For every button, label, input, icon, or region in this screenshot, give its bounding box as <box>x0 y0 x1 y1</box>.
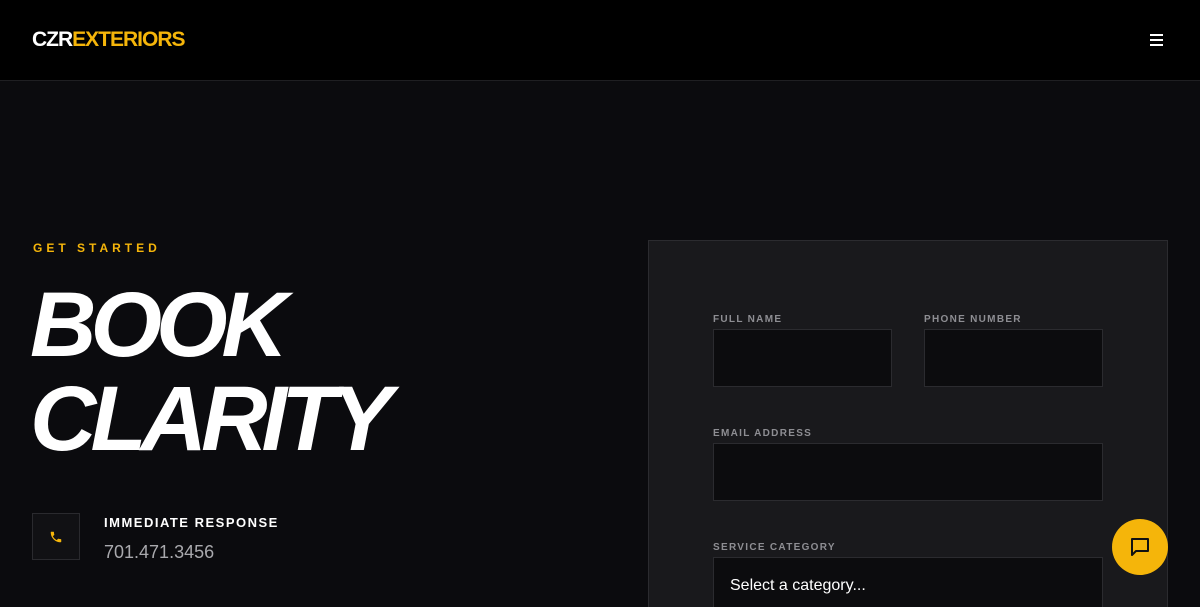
phone-icon-box[interactable] <box>32 513 80 560</box>
chat-bubble-icon <box>1131 538 1149 556</box>
logo-text-exteriors: EXTERIORS <box>72 28 185 51</box>
service-category-label: SERVICE CATEGORY <box>713 542 836 553</box>
phone-number-link[interactable]: 701.471.3456 <box>104 542 279 563</box>
service-category-select[interactable]: Select a category... <box>713 557 1103 607</box>
service-category-value: Select a category... <box>730 577 866 594</box>
logo-text-czr: CZR <box>32 28 73 51</box>
hamburger-menu-icon <box>1149 34 1163 36</box>
page-title: BOOK CLARITY <box>30 274 393 470</box>
contact-text: IMMEDIATE RESPONSE 701.471.3456 <box>104 515 279 563</box>
title-line-2: CLARITY <box>30 368 393 470</box>
full-name-label: FULL NAME <box>713 314 783 325</box>
hamburger-bar <box>1149 39 1163 41</box>
contact-label: IMMEDIATE RESPONSE <box>104 515 279 530</box>
phone-number-input[interactable] <box>924 329 1103 387</box>
email-address-label: EMAIL ADDRESS <box>713 428 813 439</box>
eyebrow-text: GET STARTED <box>33 241 161 255</box>
title-line-1: BOOK <box>30 274 288 376</box>
booking-form: FULL NAME PHONE NUMBER EMAIL ADDRESS SER… <box>648 240 1168 607</box>
full-name-input[interactable] <box>713 329 892 387</box>
site-header: CZREXTERIORS <box>0 0 1200 81</box>
chat-button[interactable] <box>1112 519 1168 575</box>
phone-number-label: PHONE NUMBER <box>924 314 1022 325</box>
email-address-input[interactable] <box>713 443 1103 501</box>
phone-icon <box>50 531 62 542</box>
hamburger-bar <box>1149 44 1163 46</box>
menu-button[interactable] <box>1140 24 1172 56</box>
contact-block: IMMEDIATE RESPONSE 701.471.3456 <box>32 513 279 563</box>
logo[interactable]: CZREXTERIORS <box>32 28 186 52</box>
